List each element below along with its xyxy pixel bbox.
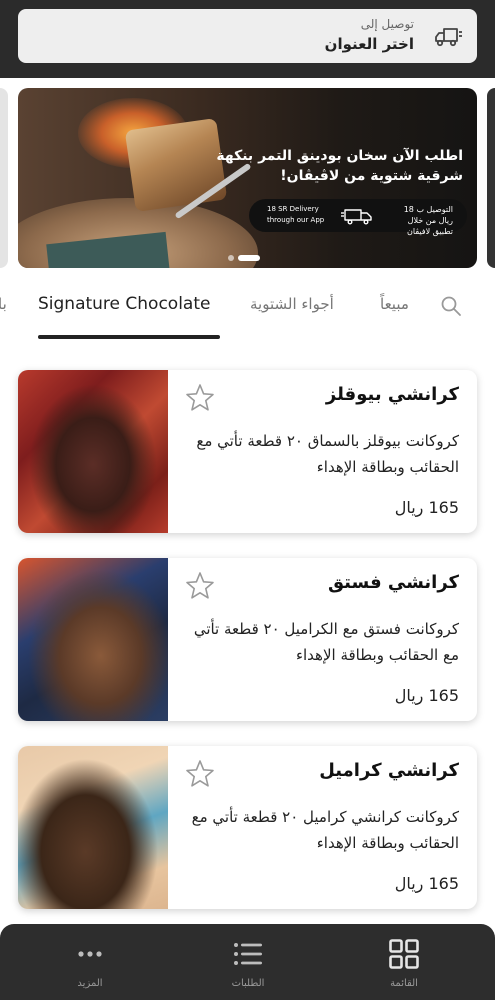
nav-more[interactable]: المزيد: [30, 924, 150, 1000]
deliver-to-label: توصيل إلى: [360, 17, 414, 31]
nav-orders-label: الطلبات: [231, 978, 265, 989]
product-card[interactable]: كرانشي فستق كروكانت فستق مع الكراميل ٢٠ …: [18, 558, 477, 721]
previous-slide-peek: [0, 88, 8, 268]
product-name: كرانشي بيوقلز: [325, 384, 459, 405]
banner-pill-arabic: التوصيل ب 18 ريال من خلال تطبيق لافيڤان: [403, 205, 453, 236]
product-description: كروكانت فستق مع الكراميل ٢٠ قطعة تأتي مع…: [193, 620, 459, 664]
more-dots-icon: [78, 951, 102, 957]
address-value: اختر العنوان: [324, 35, 414, 53]
product-card[interactable]: كرانشي بيوقلز كروكانت بيوقلز بالسماق ٢٠ …: [18, 370, 477, 533]
nav-menu-label: القائمة: [390, 978, 418, 989]
nav-menu[interactable]: القائمة: [344, 924, 464, 1000]
product-description: كروكانت بيوقلز بالسماق ٢٠ قطعة تأتي مع ا…: [196, 432, 459, 476]
product-description: كروكانت كرانشي كراميل ٢٠ قطعة تأتي مع ال…: [191, 808, 459, 852]
product-image: [18, 746, 168, 909]
product-price: 165 ريال: [394, 874, 459, 893]
banner-pill-english: 18 SR Delivery through our App: [267, 205, 325, 224]
nav-more-label: المزيد: [77, 978, 103, 989]
favorite-star-icon[interactable]: [184, 382, 216, 414]
product-image: [18, 558, 168, 721]
delivery-truck-icon: [435, 28, 462, 47]
address-selector[interactable]: توصيل إلى اختر العنوان: [18, 9, 477, 63]
carousel-indicators: [228, 247, 264, 266]
tab-bestsellers[interactable]: مبيعاً: [380, 295, 409, 313]
product-name: كرانشي كراميل: [319, 760, 459, 781]
carousel-dot[interactable]: [228, 254, 234, 261]
promo-banner[interactable]: اطلب الآن سخان بودينق التمر بنكهة شرقية …: [18, 88, 477, 268]
favorite-star-icon[interactable]: [184, 758, 216, 790]
banner-delivery-pill: التوصيل ب 18 ريال من خلال تطبيق لافيڤان …: [249, 199, 467, 236]
product-price: 165 ريال: [394, 498, 459, 517]
next-slide-peek: [487, 88, 495, 268]
product-image: [18, 370, 168, 533]
carousel-dot-active[interactable]: [238, 254, 260, 261]
top-bar: توصيل إلى اختر العنوان: [0, 0, 495, 78]
grid-icon: [389, 939, 419, 969]
search-icon[interactable]: [440, 295, 462, 317]
product-price: 165 ريال: [394, 686, 459, 705]
tab-partial[interactable]: با: [0, 295, 7, 313]
delivery-truck-icon: [341, 209, 372, 225]
bottom-navigation: المزيد الطلبات القائمة: [0, 924, 495, 1000]
list-icon: [234, 943, 262, 965]
tab-signature-chocolate[interactable]: Signature Chocolate: [38, 294, 210, 314]
product-card[interactable]: كرانشي كراميل كروكانت كرانشي كراميل ٢٠ ق…: [18, 746, 477, 909]
product-name: كرانشي فستق: [327, 572, 459, 593]
banner-image-pudding: [124, 117, 228, 213]
active-tab-indicator: [38, 335, 220, 339]
tab-winter[interactable]: أجواء الشتوية: [250, 295, 334, 313]
favorite-star-icon[interactable]: [184, 570, 216, 602]
category-tabs: Signature Chocolate أجواء الشتوية مبيعاً…: [0, 282, 495, 342]
promo-carousel[interactable]: اطلب الآن سخان بودينق التمر بنكهة شرقية …: [0, 88, 495, 268]
nav-orders[interactable]: الطلبات: [188, 924, 308, 1000]
banner-title: اطلب الآن سخان بودينق التمر بنكهة شرقية …: [216, 148, 463, 184]
